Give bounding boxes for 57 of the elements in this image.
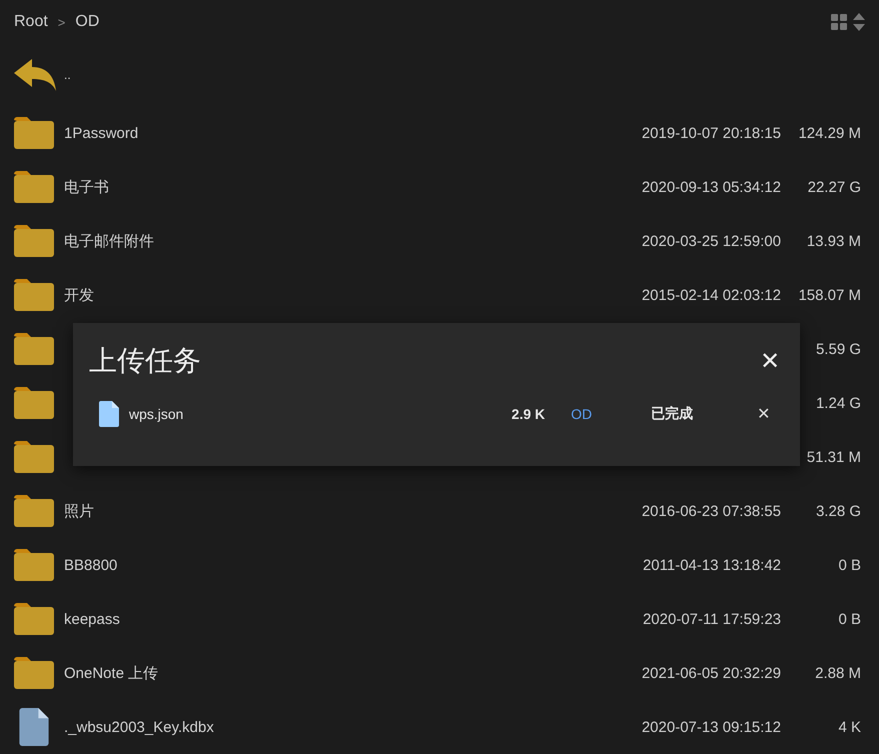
file-name[interactable]: keepass (64, 610, 621, 628)
file-name[interactable]: 电子书 (64, 178, 621, 196)
folder-icon (14, 495, 54, 527)
file-name[interactable]: OneNote 上传 (64, 664, 621, 682)
folder-icon (14, 387, 54, 419)
parent-folder-link[interactable]: .. (64, 68, 861, 82)
task-target[interactable]: OD (571, 406, 631, 422)
back-arrow-icon[interactable] (14, 59, 56, 91)
file-size: 158.07 M (797, 286, 861, 304)
file-name[interactable]: 照片 (64, 502, 621, 520)
grid-view-icon[interactable] (831, 14, 847, 30)
sort-icon[interactable] (853, 13, 865, 31)
folder-icon (14, 333, 54, 365)
file-size: 0 B (837, 610, 861, 628)
file-icon (19, 708, 49, 746)
modified-date: 2019-10-07 20:18:15 (640, 124, 781, 142)
folder-icon (14, 279, 54, 311)
task-size: 2.9 K (510, 406, 545, 422)
folder-icon (14, 225, 54, 257)
file-name[interactable]: 1Password (64, 124, 621, 142)
modified-date: 2015-02-14 02:03:12 (640, 286, 781, 304)
task-file-name: wps.json (129, 406, 184, 422)
modified-date: 2016-06-23 07:38:55 (640, 502, 781, 520)
folder-icon (14, 171, 54, 203)
modified-date: 2021-06-05 20:32:29 (640, 664, 781, 682)
file-size: 124.29 M (797, 124, 861, 142)
folder-icon (14, 549, 54, 581)
file-size: 0 B (837, 556, 861, 574)
file-size: 4 K (837, 718, 861, 736)
folder-icon (14, 603, 54, 635)
close-button[interactable]: ✕ (760, 346, 780, 376)
remove-task-button[interactable]: ✕ (757, 404, 770, 424)
modified-date: 2020-09-13 05:34:12 (640, 178, 781, 196)
modified-date: 2020-07-11 17:59:23 (642, 610, 781, 628)
file-size: 13.93 M (806, 232, 861, 250)
folder-icon (14, 117, 54, 149)
breadcrumb-item[interactable]: Root (14, 13, 48, 31)
modified-date: 2020-03-25 12:59:00 (640, 232, 781, 250)
file-name[interactable]: BB8800 (64, 556, 621, 574)
folder-icon (14, 441, 54, 473)
task-status: 已完成 (651, 405, 694, 423)
file-size: 1.24 G (814, 394, 861, 412)
breadcrumb-separator: > (58, 14, 66, 30)
file-size: 2.88 M (814, 664, 861, 682)
file-name[interactable]: 电子邮件附件 (64, 232, 621, 250)
dialog-title: 上传任务 (89, 344, 202, 378)
file-size: 51.31 M (806, 448, 861, 466)
modified-date: 2020-07-13 09:15:12 (640, 718, 781, 736)
file-icon (99, 401, 119, 427)
folder-icon (14, 657, 54, 689)
file-name[interactable]: ._wbsu2003_Key.kdbx (64, 718, 621, 736)
file-name[interactable]: 开发 (64, 286, 621, 304)
file-size: 22.27 G (806, 178, 861, 196)
breadcrumb-item[interactable]: OD (75, 13, 100, 31)
file-size: 3.28 G (814, 502, 861, 520)
modified-date: 2011-04-13 13:18:42 (642, 556, 781, 574)
file-size: 5.59 G (814, 340, 861, 358)
